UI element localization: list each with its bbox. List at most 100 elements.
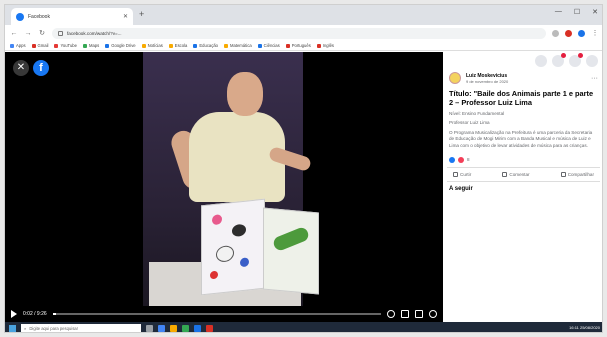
messenger-icon[interactable] <box>552 53 566 67</box>
bookmark-item[interactable]: Ciências <box>257 43 280 48</box>
up-next-heading: A seguir <box>449 185 473 192</box>
close-video-icon[interactable]: ✕ <box>13 60 29 76</box>
author-name[interactable]: Luiz Moskevicius <box>466 73 508 79</box>
bookmark-item[interactable]: Google Drive <box>105 43 136 48</box>
gmail-icon <box>31 43 36 48</box>
task-view-icon[interactable] <box>146 324 153 332</box>
post-author: Luiz Moskevicius 9 de novembro de 2020 ·… <box>443 70 602 86</box>
bookmark-item[interactable]: Matemática <box>224 43 252 48</box>
maximize-icon[interactable]: ☐ <box>574 8 580 16</box>
search-placeholder: Digite aqui para pesquisar <box>29 325 79 331</box>
folder-icon <box>141 43 146 48</box>
post-actions: Curtir Comentar Compartilhar <box>447 166 600 182</box>
forward-icon[interactable]: → <box>24 30 32 37</box>
video-controls: 0:02 / 9:26 <box>5 306 443 322</box>
bookmark-star-icon[interactable] <box>552 29 559 37</box>
author-avatar[interactable] <box>449 72 461 84</box>
bookmark-item[interactable]: Maps <box>82 43 99 48</box>
card-dot <box>210 270 218 280</box>
back-icon[interactable]: ← <box>10 30 18 37</box>
folder-icon <box>168 43 173 48</box>
picture-in-picture-icon[interactable] <box>401 310 409 318</box>
post-paragraph: Nível: Ensino Fundamental <box>449 110 505 116</box>
post-paragraph: Professor Luiz Lima <box>449 120 490 126</box>
card-dot <box>232 223 246 238</box>
windows-taskbar: ⌕ Digite aqui para pesquisar 16:11 25/08… <box>5 322 602 332</box>
play-icon[interactable] <box>11 310 17 318</box>
comment-button[interactable]: Comentar <box>502 171 530 177</box>
share-button[interactable]: Compartilhar <box>560 171 594 177</box>
share-icon <box>560 171 566 177</box>
browser-tab[interactable]: Facebook ✕ <box>11 8 133 25</box>
app-icon[interactable] <box>206 324 213 332</box>
address-bar[interactable]: facebook.com/watch/?v=... <box>52 27 546 39</box>
drive-icon <box>105 43 110 48</box>
comment-icon <box>502 171 508 177</box>
bookmarks-bar: Apps Gmail YouTube Maps Google Drive Not… <box>5 41 602 51</box>
bookmark-item[interactable]: Português <box>285 43 311 48</box>
bookmark-item[interactable]: Apps <box>10 43 26 48</box>
file-explorer-icon[interactable] <box>170 324 177 332</box>
video-progress-fill <box>52 313 56 315</box>
notification-badge <box>578 53 583 58</box>
notifications-bell-icon[interactable] <box>569 53 583 67</box>
volume-icon[interactable] <box>429 310 437 318</box>
reactions-row[interactable]: 8 <box>443 153 602 167</box>
tab-strip: Facebook ✕ + — ☐ ✕ <box>5 5 602 25</box>
page-content: ✕ f 0:02 / 9:26 Luiz Moskevicius 9 de no… <box>5 52 602 322</box>
video-time: 0:02 / 9:26 <box>23 311 47 317</box>
screen: Facebook ✕ + — ☐ ✕ ← → ↻ facebook.com/wa… <box>4 4 603 333</box>
bookmark-item[interactable]: Gmail <box>31 43 48 48</box>
menu-kebab-icon[interactable]: ⋮ <box>591 29 599 37</box>
system-tray: 16:11 25/08/2020 <box>569 325 600 330</box>
like-button[interactable]: Curtir <box>453 171 471 177</box>
more-options-icon[interactable]: ··· <box>591 75 598 82</box>
create-plus-icon[interactable] <box>535 55 547 67</box>
tab-close-icon[interactable]: ✕ <box>123 13 128 20</box>
app-icon[interactable] <box>194 324 201 332</box>
page-icon <box>285 43 290 48</box>
reload-icon[interactable]: ↻ <box>38 29 46 37</box>
bookmark-item[interactable]: Notícias <box>141 43 163 48</box>
minimize-icon[interactable]: — <box>555 8 562 16</box>
tab-title: Facebook <box>28 13 50 20</box>
panel-top-actions <box>443 52 602 70</box>
search-icon: ⌕ <box>24 325 27 331</box>
browser-toolbar: ← → ↻ facebook.com/watch/?v=... ⋮ <box>5 25 602 41</box>
card-dot <box>212 214 222 226</box>
window-close-icon[interactable]: ✕ <box>592 8 598 16</box>
video-player[interactable]: ✕ f 0:02 / 9:26 <box>5 52 443 322</box>
app-icon[interactable] <box>182 324 189 332</box>
bookmark-item[interactable]: Educação <box>193 43 218 48</box>
bookmark-item[interactable]: Escola <box>168 43 187 48</box>
settings-gear-icon[interactable] <box>387 310 395 318</box>
taskbar-search[interactable]: ⌕ Digite aqui para pesquisar <box>21 323 141 332</box>
bookmark-item[interactable]: YouTube <box>54 43 77 48</box>
profile-avatar[interactable] <box>578 29 585 37</box>
video-person-head <box>227 72 263 116</box>
fullscreen-icon[interactable] <box>415 310 423 318</box>
folder-icon <box>224 43 228 48</box>
page-icon <box>316 43 321 48</box>
maps-icon <box>82 43 87 48</box>
extension-icon[interactable] <box>565 29 572 37</box>
page-icon <box>193 43 198 48</box>
lock-icon <box>58 30 63 36</box>
account-avatar[interactable] <box>586 55 598 67</box>
bookmark-item[interactable]: Inglês <box>316 43 334 48</box>
card-dot <box>216 244 234 263</box>
post-panel: Luiz Moskevicius 9 de novembro de 2020 ·… <box>443 52 602 322</box>
video-picture-card <box>263 207 319 295</box>
thumbs-up-icon <box>453 171 458 177</box>
windows-start-icon[interactable] <box>9 324 16 332</box>
new-tab-icon[interactable]: + <box>139 9 144 19</box>
facebook-logo-icon[interactable]: f <box>33 60 49 76</box>
post-body: Nível: Ensino Fundamental Professor Luiz… <box>443 110 602 150</box>
clock[interactable]: 16:11 25/08/2020 <box>569 325 600 330</box>
page-icon <box>257 43 262 48</box>
card-dot <box>240 257 249 268</box>
post-title: Título: "Baile dos Animais parte 1 e par… <box>449 89 594 108</box>
chrome-icon[interactable] <box>158 324 165 332</box>
post-date[interactable]: 9 de novembro de 2020 <box>466 79 508 84</box>
video-progress-bar[interactable] <box>52 313 381 315</box>
